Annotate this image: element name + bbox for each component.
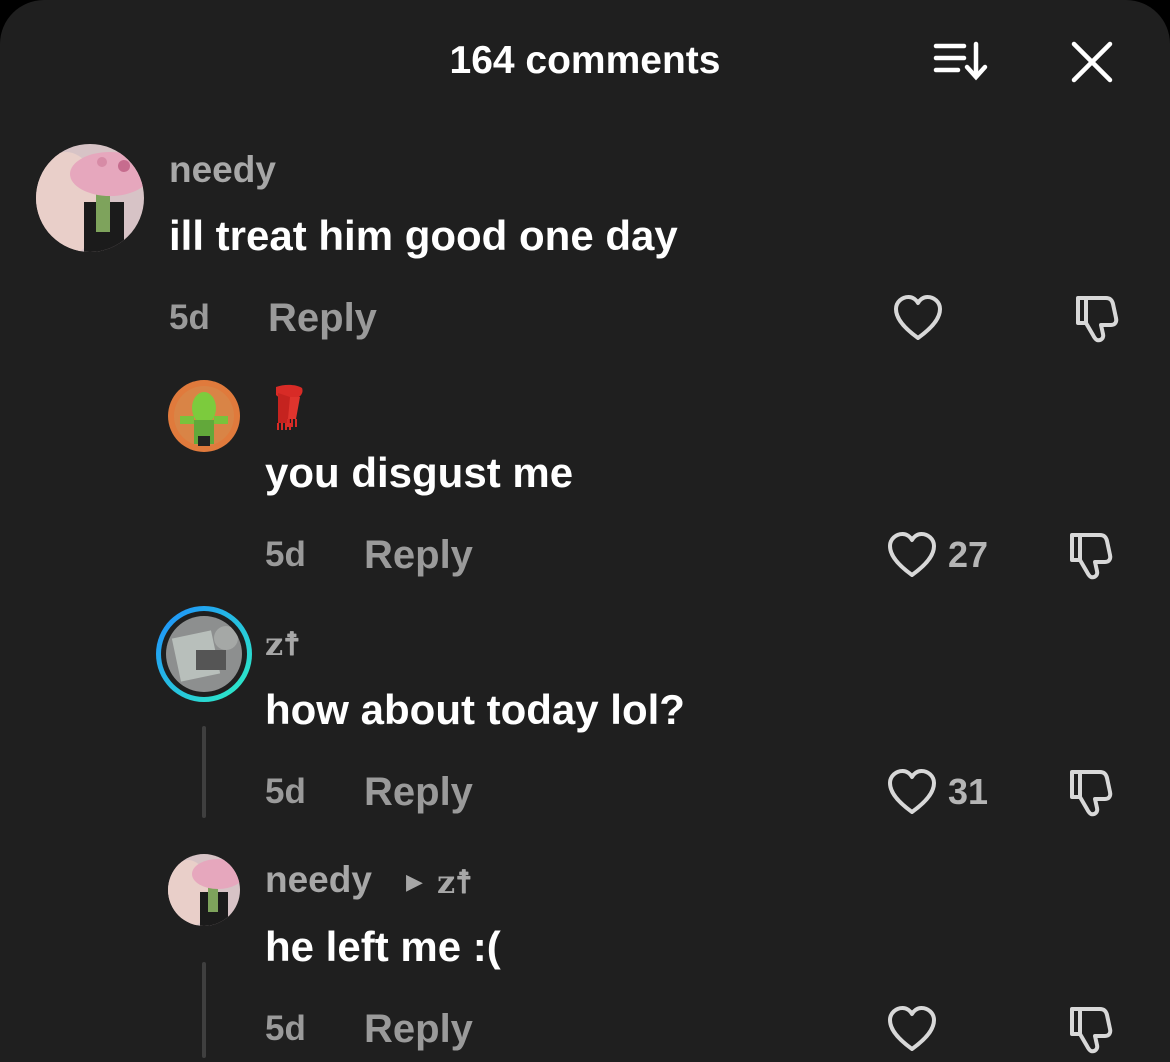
- like-button[interactable]: 27: [886, 527, 988, 583]
- like-count: 27: [948, 534, 989, 575]
- dislike-button[interactable]: [1064, 527, 1120, 583]
- comments-sheet: 164 comments needy ill treat him good on…: [0, 0, 1170, 1062]
- like-button[interactable]: 31: [886, 764, 988, 820]
- comment-text: ill treat him good one day: [169, 212, 678, 259]
- reply-to-arrow-icon: ▶: [406, 869, 423, 894]
- comment-time: 5d: [169, 298, 210, 337]
- comment-text: how about today lol?: [265, 686, 685, 733]
- like-count: 31: [948, 771, 989, 812]
- like-button[interactable]: [886, 1001, 948, 1057]
- avatar[interactable]: [168, 854, 240, 926]
- close-button[interactable]: [1064, 34, 1120, 90]
- comments-count-title: 164 comments: [449, 39, 721, 82]
- reply-button[interactable]: Reply: [364, 532, 473, 578]
- dislike-button[interactable]: [1064, 1001, 1120, 1057]
- reply-button[interactable]: Reply: [268, 295, 377, 341]
- dislike-button[interactable]: [1064, 764, 1120, 820]
- heart-icon: [888, 769, 936, 814]
- sort-icon: [933, 41, 988, 81]
- thread-line: [202, 726, 206, 818]
- reply-to-username[interactable]: z☨: [437, 860, 473, 904]
- comment-text: you disgust me: [265, 449, 574, 496]
- comment-text: he left me :(: [265, 923, 501, 970]
- heart-icon: [894, 295, 942, 340]
- reply-button[interactable]: Reply: [364, 1006, 473, 1052]
- comment-time: 5d: [265, 535, 306, 574]
- avatar-story-ring[interactable]: [156, 606, 252, 702]
- dislike-button[interactable]: [1070, 290, 1126, 346]
- thumbs-down-icon: [1076, 296, 1119, 343]
- avatar[interactable]: [36, 144, 144, 252]
- thumbs-down-icon: [1070, 533, 1113, 580]
- comment-username[interactable]: needy: [265, 858, 372, 902]
- close-icon: [1071, 41, 1113, 83]
- thumbs-down-icon: [1070, 1007, 1113, 1054]
- comment-username[interactable]: [266, 383, 310, 443]
- comment-username[interactable]: z☨: [265, 622, 301, 666]
- comment-time: 5d: [265, 1009, 306, 1048]
- thumbs-down-icon: [1070, 770, 1113, 817]
- comment-time: 5d: [265, 772, 306, 811]
- thread-line: [202, 962, 206, 1058]
- scarf-emoji: [276, 384, 303, 430]
- avatar[interactable]: [168, 380, 240, 452]
- heart-icon: [888, 532, 936, 577]
- heart-icon: [888, 1006, 936, 1051]
- reply-button[interactable]: Reply: [364, 769, 473, 815]
- sort-button[interactable]: [928, 36, 992, 86]
- like-button[interactable]: [892, 290, 954, 346]
- comment-username[interactable]: needy: [169, 148, 276, 192]
